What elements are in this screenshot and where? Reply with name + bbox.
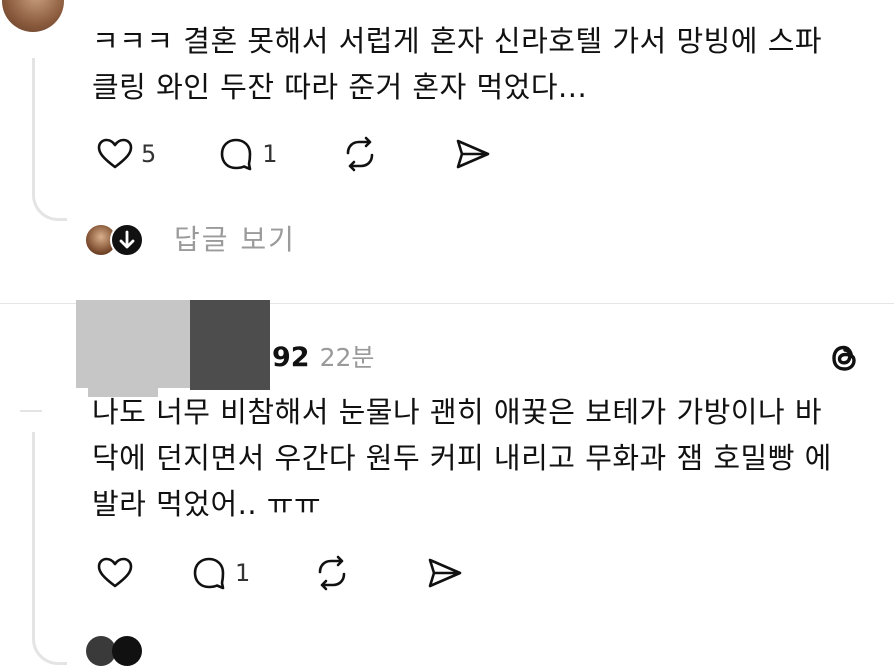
heart-icon [97, 138, 133, 169]
view-replies-link[interactable]: 답글 보기 [174, 218, 296, 258]
post-text: ㅋㅋㅋ 결혼 못해서 서럽게 혼자 신라호텔 가서 망빙에 스파 클링 와인 두… [92, 18, 872, 110]
send-icon [428, 558, 462, 588]
post-text-line: 나도 너무 비참해서 눈물나 괜히 애꿎은 보테가 가방이나 바 [92, 395, 823, 429]
action-bar: 5 1 [95, 134, 542, 174]
post-text-line: 클링 와인 두잔 따라 준거 혼자 먹었다... [92, 70, 588, 104]
redaction-block [190, 300, 270, 390]
post-header: 92 22분 [272, 338, 374, 374]
repost-icon [318, 555, 346, 591]
reply-button[interactable]: 1 [216, 134, 278, 174]
send-icon [456, 139, 489, 169]
comment-icon [220, 138, 252, 171]
repost-icon [346, 136, 373, 172]
post-text-line: 발라 먹었어.. ㅠㅠ [92, 487, 322, 521]
threads-logo-icon[interactable] [824, 338, 864, 378]
comment-icon [193, 557, 225, 590]
post-text-line: 닥에 던지면서 우간다 원두 커피 내리고 무화과 잼 호밀빵 에 [92, 441, 832, 475]
repost-button[interactable] [340, 134, 380, 174]
post-text: 나도 너무 비참해서 눈물나 괜히 애꿎은 보테가 가방이나 바 닥에 던지면서… [92, 389, 872, 527]
like-button[interactable] [95, 553, 135, 593]
thread-line [32, 432, 67, 665]
post-text-line: ㅋㅋㅋ 결혼 못해서 서럽게 혼자 신라호텔 가서 망빙에 스파 [92, 24, 823, 58]
avatar[interactable] [2, 0, 64, 32]
reply-avatar [112, 636, 142, 666]
like-count: 5 [141, 140, 157, 168]
thread-dash [20, 410, 42, 412]
action-bar: 1 [95, 553, 514, 593]
username[interactable]: 92 [272, 342, 310, 373]
redaction-block [76, 300, 190, 388]
heart-icon [97, 557, 133, 588]
reply-count: 1 [235, 559, 251, 587]
thread-line [32, 58, 67, 221]
arrow-down-icon [110, 223, 144, 257]
reply-button[interactable]: 1 [189, 553, 250, 593]
share-button[interactable] [424, 553, 464, 593]
repost-button[interactable] [312, 553, 352, 593]
like-button[interactable]: 5 [95, 134, 156, 174]
share-button[interactable] [452, 134, 492, 174]
reply-count: 1 [262, 140, 278, 168]
timestamp: 22분 [319, 343, 375, 372]
reply-avatar-stack[interactable] [84, 223, 150, 257]
